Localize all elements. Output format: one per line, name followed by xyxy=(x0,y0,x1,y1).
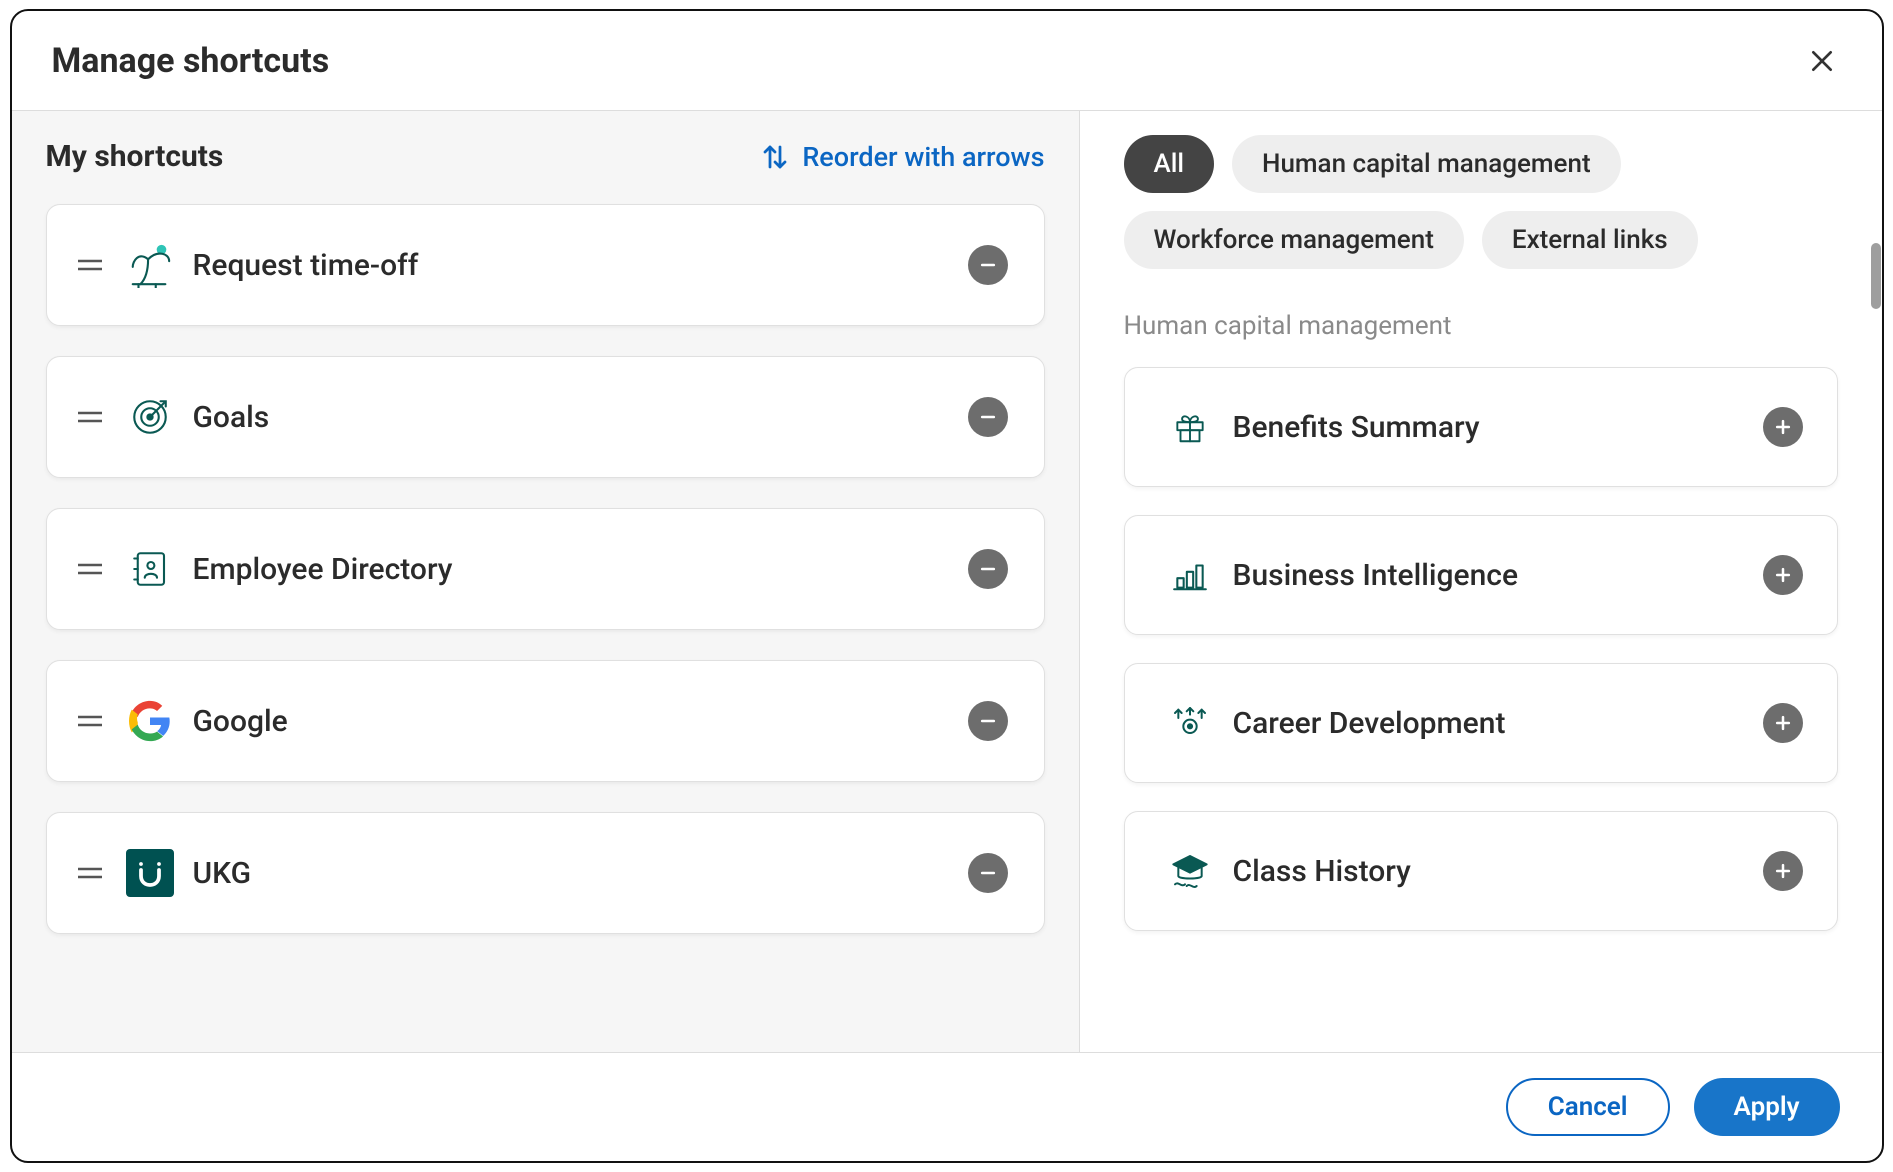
reorder-label: Reorder with arrows xyxy=(802,141,1044,173)
career-development-icon xyxy=(1169,702,1211,744)
add-shortcut-button[interactable] xyxy=(1763,407,1803,447)
cancel-button[interactable]: Cancel xyxy=(1506,1078,1670,1136)
plus-icon xyxy=(1773,565,1793,585)
remove-shortcut-button[interactable] xyxy=(968,701,1008,741)
dialog-body: My shortcuts Reorder with arrows xyxy=(12,111,1882,1053)
dialog-footer: Cancel Apply xyxy=(12,1053,1882,1161)
minus-icon xyxy=(978,255,998,275)
plus-icon xyxy=(1773,713,1793,733)
drag-handle-icon[interactable] xyxy=(75,250,105,280)
drag-handle-icon[interactable] xyxy=(75,554,105,584)
section-label: Human capital management xyxy=(1124,311,1838,341)
shortcut-item-ukg[interactable]: UKG xyxy=(46,812,1045,934)
plus-icon xyxy=(1773,417,1793,437)
my-shortcuts-pane: My shortcuts Reorder with arrows xyxy=(12,111,1080,1052)
available-shortcut-business-intelligence[interactable]: Business Intelligence xyxy=(1124,515,1838,635)
minus-icon xyxy=(978,711,998,731)
shortcut-item-goals[interactable]: Goals xyxy=(46,356,1045,478)
remove-shortcut-button[interactable] xyxy=(968,397,1008,437)
ukg-logo-icon xyxy=(125,848,175,898)
filter-chip-external-links[interactable]: External links xyxy=(1482,211,1698,269)
close-button[interactable] xyxy=(1802,41,1842,81)
filter-chip-workforce-management[interactable]: Workforce management xyxy=(1124,211,1464,269)
minus-icon xyxy=(978,863,998,883)
add-shortcut-button[interactable] xyxy=(1763,555,1803,595)
close-icon xyxy=(1809,48,1835,74)
drag-handle-icon[interactable] xyxy=(75,402,105,432)
scrollbar-thumb[interactable] xyxy=(1871,243,1881,309)
filter-chip-all[interactable]: All xyxy=(1124,135,1215,193)
dialog-header: Manage shortcuts xyxy=(12,11,1882,111)
available-shortcut-label: Business Intelligence xyxy=(1233,558,1763,593)
shortcut-item-employee-directory[interactable]: Employee Directory xyxy=(46,508,1045,630)
available-shortcut-label: Class History xyxy=(1233,854,1763,889)
shortcut-item-google[interactable]: Google xyxy=(46,660,1045,782)
graduation-cap-icon xyxy=(1169,850,1211,892)
target-icon xyxy=(125,392,175,442)
shortcut-item-request-time-off[interactable]: Request time-off xyxy=(46,204,1045,326)
available-shortcuts-pane: All Human capital management Workforce m… xyxy=(1080,111,1882,1052)
remove-shortcut-button[interactable] xyxy=(968,549,1008,589)
shortcut-label: Google xyxy=(193,704,968,739)
add-shortcut-button[interactable] xyxy=(1763,703,1803,743)
shortcut-label: Employee Directory xyxy=(193,552,968,587)
palm-tree-icon xyxy=(125,240,175,290)
bar-chart-icon xyxy=(1169,554,1211,596)
gift-icon xyxy=(1169,406,1211,448)
remove-shortcut-button[interactable] xyxy=(968,853,1008,893)
available-shortcut-class-history[interactable]: Class History xyxy=(1124,811,1838,931)
shortcut-label: Request time-off xyxy=(193,248,968,283)
drag-handle-icon[interactable] xyxy=(75,858,105,888)
filter-chip-human-capital-management[interactable]: Human capital management xyxy=(1232,135,1621,193)
remove-shortcut-button[interactable] xyxy=(968,245,1008,285)
available-shortcut-label: Benefits Summary xyxy=(1233,410,1763,445)
available-shortcut-label: Career Development xyxy=(1233,706,1763,741)
dialog-title: Manage shortcuts xyxy=(52,41,330,81)
minus-icon xyxy=(978,407,998,427)
minus-icon xyxy=(978,559,998,579)
filter-chips: All Human capital management Workforce m… xyxy=(1124,135,1838,269)
reorder-with-arrows-link[interactable]: Reorder with arrows xyxy=(760,141,1044,173)
google-logo-icon xyxy=(125,696,175,746)
shortcut-label: UKG xyxy=(193,856,968,891)
reorder-arrows-icon xyxy=(760,142,790,172)
available-shortcut-career-development[interactable]: Career Development xyxy=(1124,663,1838,783)
manage-shortcuts-dialog: Manage shortcuts My shortcuts Reorder wi… xyxy=(10,9,1884,1163)
my-shortcuts-header: My shortcuts Reorder with arrows xyxy=(46,139,1045,174)
add-shortcut-button[interactable] xyxy=(1763,851,1803,891)
available-shortcut-benefits-summary[interactable]: Benefits Summary xyxy=(1124,367,1838,487)
apply-button[interactable]: Apply xyxy=(1694,1078,1840,1136)
drag-handle-icon[interactable] xyxy=(75,706,105,736)
shortcut-label: Goals xyxy=(193,400,968,435)
plus-icon xyxy=(1773,861,1793,881)
my-shortcuts-title: My shortcuts xyxy=(46,139,224,174)
address-book-icon xyxy=(125,544,175,594)
